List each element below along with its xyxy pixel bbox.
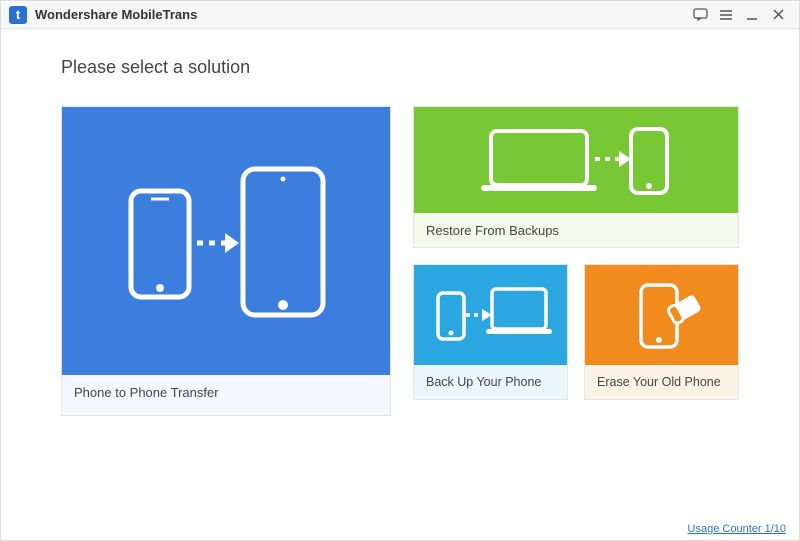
content-area: Please select a solution [1,29,799,426]
app-title: Wondershare MobileTrans [35,7,197,22]
card-backup[interactable]: Back Up Your Phone [413,264,568,400]
phone-to-phone-icon [62,107,390,375]
app-logo: t [9,6,27,24]
feedback-button[interactable] [687,5,713,25]
restore-icon [414,107,738,213]
card-phone-to-phone[interactable]: Phone to Phone Transfer [61,106,391,416]
usage-counter-link[interactable]: Usage Counter 1/10 [688,523,786,535]
card-restore-label: Restore From Backups [414,213,738,247]
card-phone-to-phone-label: Phone to Phone Transfer [62,375,390,415]
backup-icon [414,265,567,365]
card-restore[interactable]: Restore From Backups [413,106,739,248]
erase-icon [585,265,738,365]
footer: Usage Counter 1/10 [688,523,786,535]
menu-button[interactable] [713,5,739,25]
card-erase[interactable]: Erase Your Old Phone [584,264,739,400]
titlebar: t Wondershare MobileTrans [1,1,799,29]
card-grid: Phone to Phone Transfer [61,106,739,416]
card-backup-label: Back Up Your Phone [414,365,567,399]
minimize-button[interactable] [739,5,765,25]
page-heading: Please select a solution [61,57,739,78]
close-button[interactable] [765,5,791,25]
card-erase-label: Erase Your Old Phone [585,365,738,399]
